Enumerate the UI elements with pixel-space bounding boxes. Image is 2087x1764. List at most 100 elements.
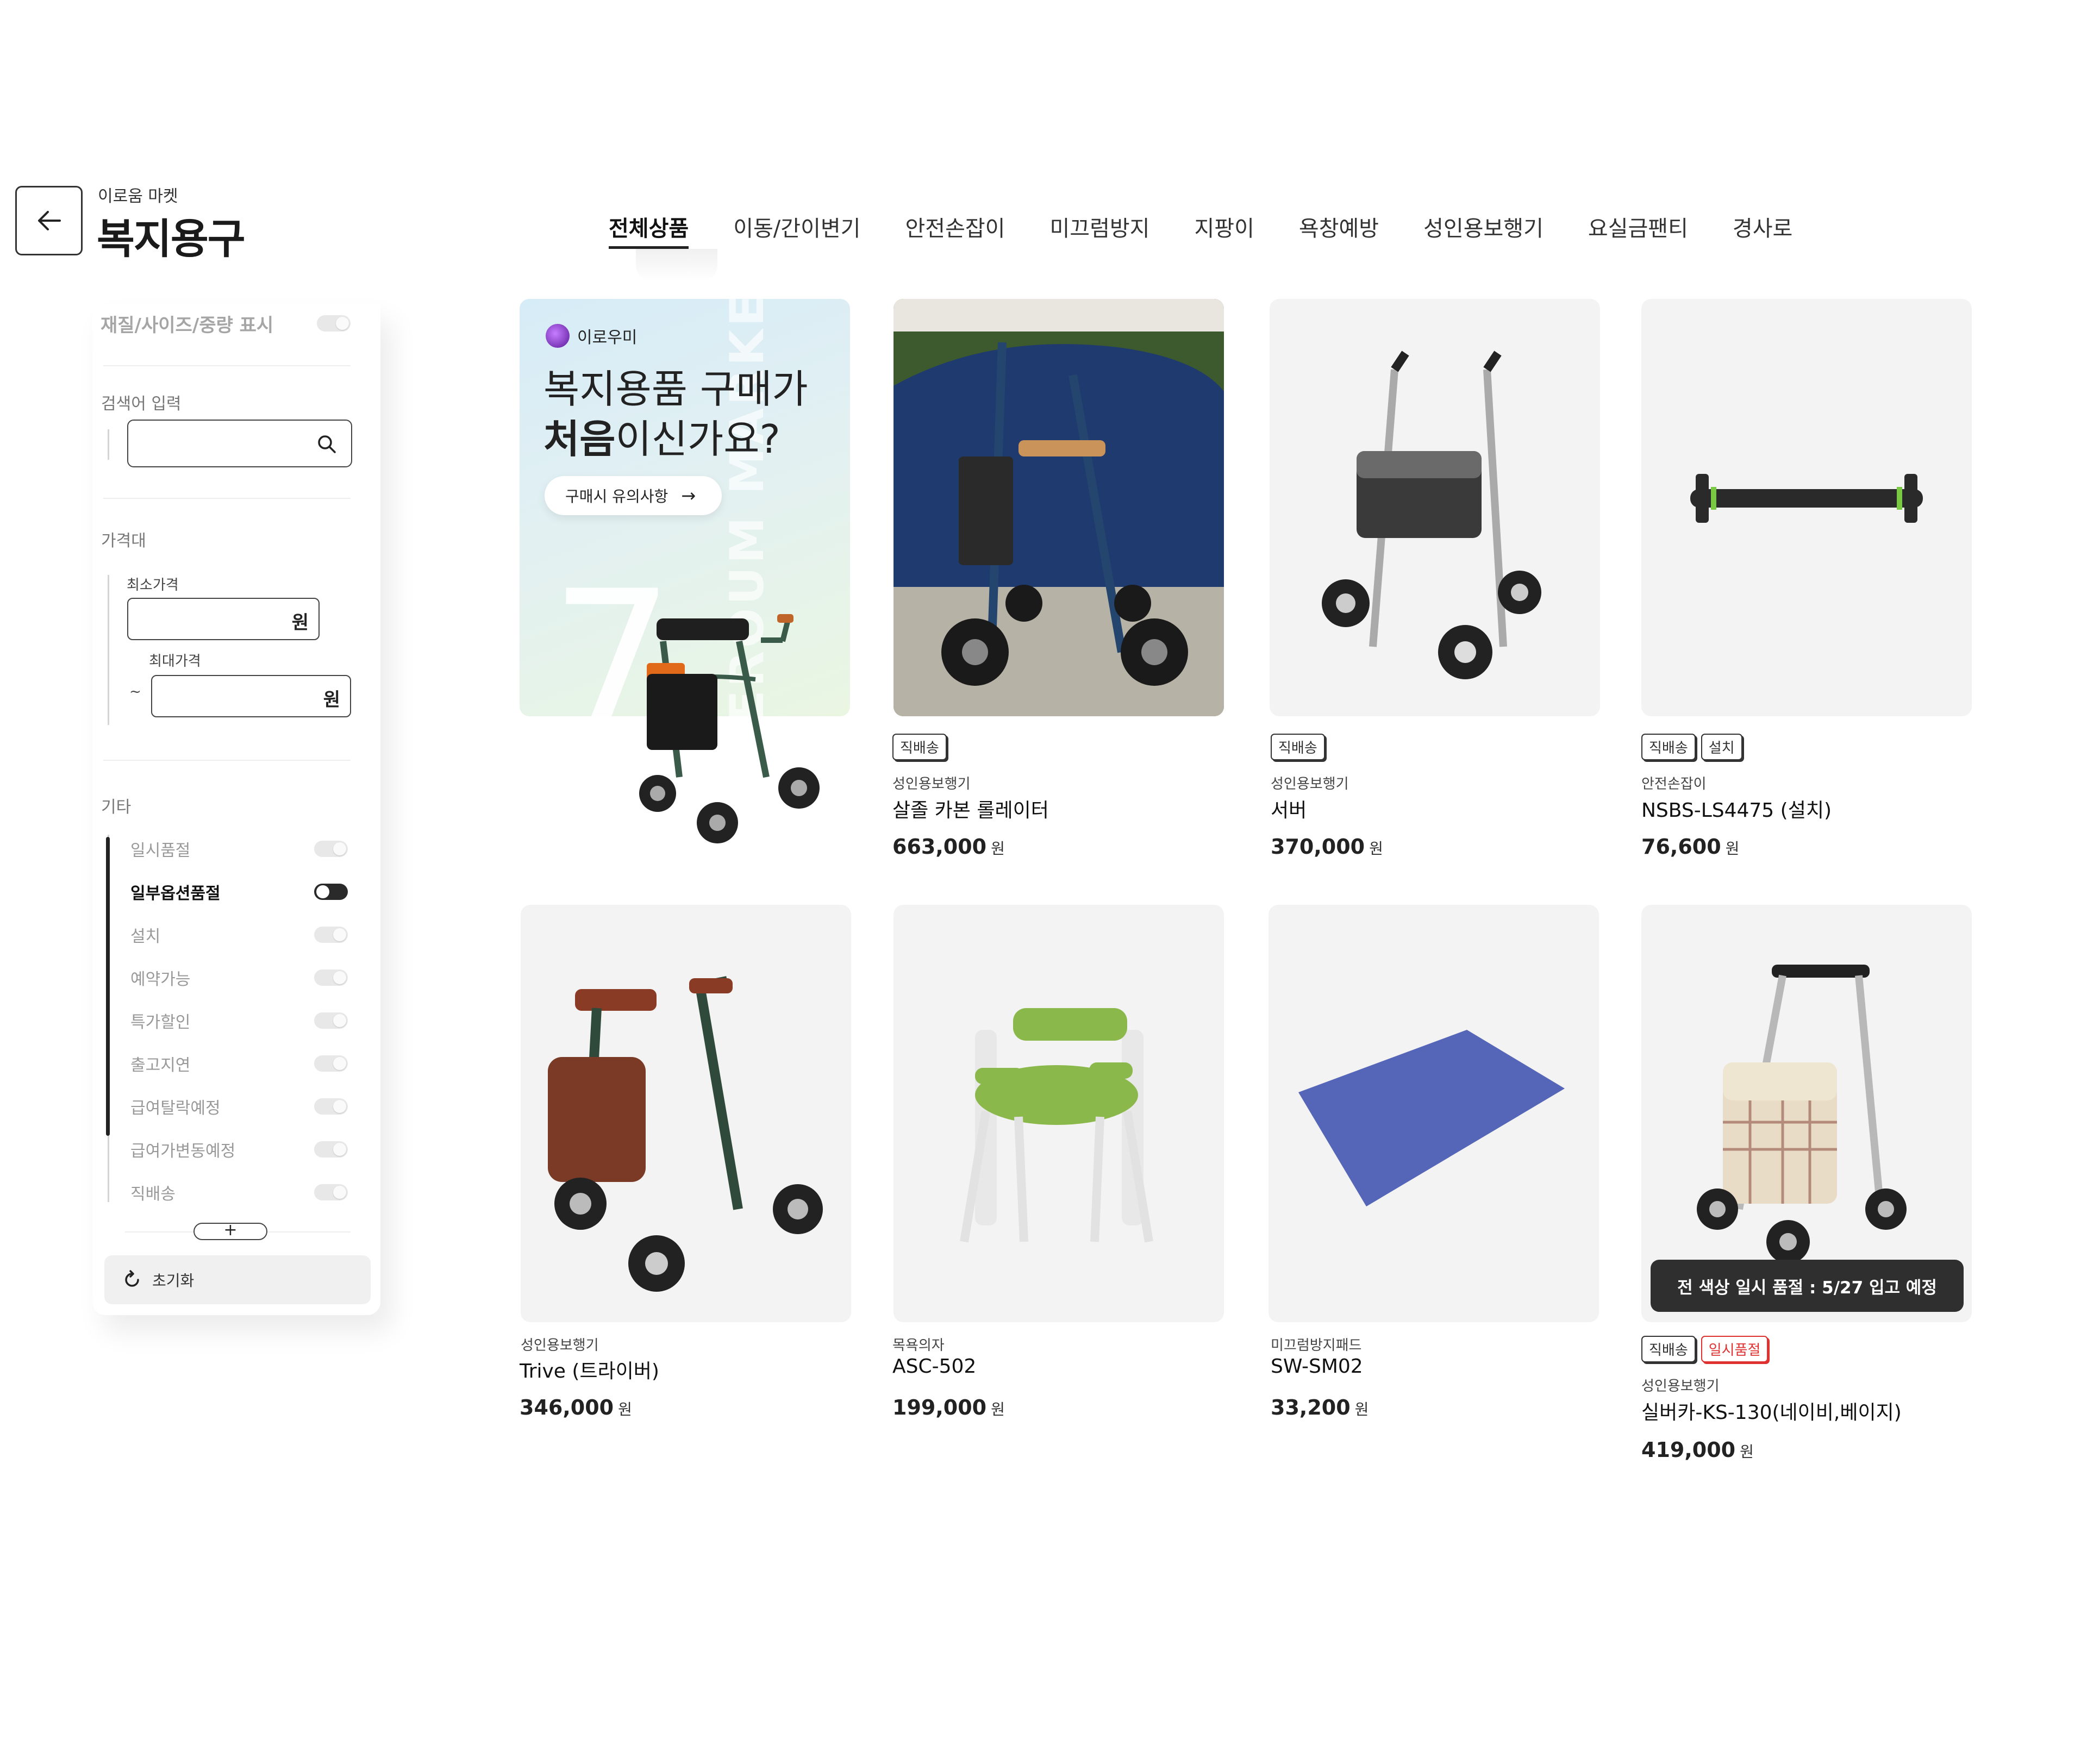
price-unit: 원 — [1354, 1400, 1369, 1418]
badge-direct-delivery: 직배송 — [892, 734, 947, 760]
option-label: 특가할인 — [130, 1013, 191, 1032]
search-indicator — [108, 429, 109, 460]
eroumi-logo-icon — [546, 324, 570, 348]
option-shipping-delay[interactable]: 출고지연 — [130, 1053, 348, 1075]
option-toggle[interactable] — [314, 1184, 348, 1200]
tab-safety-handle[interactable]: 안전손잡이 — [905, 211, 1005, 254]
display-spec-label: 재질/사이즈/중량 표시 — [101, 314, 274, 336]
max-price-input[interactable]: 원 — [151, 675, 351, 717]
product-image[interactable] — [1641, 299, 1972, 716]
option-toggle[interactable] — [314, 927, 348, 943]
option-direct-delivery[interactable]: 직배송 — [130, 1181, 348, 1204]
anti-slip-pad-image — [1298, 1030, 1565, 1206]
option-toggle[interactable] — [314, 1098, 348, 1115]
options-scrollbar[interactable] — [106, 837, 110, 1136]
banner-brand-name: 이로우미 — [577, 328, 638, 347]
option-partial-soldout[interactable]: 일부옵션품절 — [130, 881, 348, 903]
product-name[interactable]: ASC-502 — [892, 1355, 976, 1378]
banner-brand: 이로우미 — [546, 324, 637, 348]
show-more-options-button[interactable]: + — [193, 1222, 267, 1240]
product-image[interactable] — [893, 905, 1224, 1322]
product-name[interactable]: SW-SM02 — [1271, 1355, 1363, 1378]
banner-title-rest: 이신가요? — [615, 416, 780, 462]
arrow-right-icon: → — [681, 485, 696, 506]
market-name: 이로움 마켓 — [98, 187, 178, 206]
product-badges: 직배송 — [1271, 734, 1325, 760]
tab-all-products[interactable]: 전체상품 — [609, 211, 689, 254]
price-unit: 원 — [1725, 840, 1740, 858]
option-label: 급여탈락예정 — [130, 1099, 221, 1118]
price-value: 199,000 — [892, 1396, 987, 1419]
tab-incontinence[interactable]: 요실금팬티 — [1588, 211, 1688, 254]
reset-label: 초기화 — [152, 1272, 195, 1290]
price-section-label: 가격대 — [101, 531, 146, 551]
product-price: 33,200 원 — [1271, 1396, 1369, 1419]
price-indicator — [108, 575, 109, 725]
product-name[interactable]: NSBS-LS4475 (설치) — [1641, 795, 1832, 823]
option-label: 일부옵션품절 — [130, 884, 221, 903]
divider — [103, 365, 351, 366]
price-value: 370,000 — [1271, 835, 1365, 859]
option-toggle[interactable] — [314, 1141, 348, 1158]
walker-image — [1322, 351, 1541, 679]
page-title: 복지용구 — [97, 215, 246, 263]
badge-direct-delivery: 직배송 — [1641, 1336, 1696, 1362]
product-name[interactable]: 살졸 카본 롤레이터 — [892, 795, 1049, 823]
min-price-input[interactable]: 원 — [127, 598, 320, 640]
option-label: 출고지연 — [130, 1056, 191, 1075]
product-image[interactable] — [521, 905, 851, 1322]
tab-ramp[interactable]: 경사로 — [1733, 211, 1792, 254]
tab-anti-slip[interactable]: 미끄럼방지 — [1049, 211, 1149, 254]
trive-walker-image — [548, 976, 823, 1292]
product-name[interactable]: Trive (트라이버) — [520, 1355, 659, 1384]
product-name[interactable]: 서버 — [1271, 795, 1307, 823]
tab-bedsore[interactable]: 욕창예방 — [1299, 211, 1379, 254]
option-toggle[interactable] — [314, 884, 348, 900]
option-benefit-price-change[interactable]: 급여가변동예정 — [130, 1139, 348, 1161]
price-value: 33,200 — [1271, 1396, 1351, 1419]
option-reservable[interactable]: 예약가능 — [130, 967, 348, 989]
purchase-notice-label: 구매시 유의사항 — [565, 487, 668, 505]
divider — [103, 498, 351, 499]
option-special-discount[interactable]: 특가할인 — [130, 1010, 348, 1032]
option-soldout[interactable]: 일시품절 — [130, 838, 348, 860]
range-tilde: ~ — [129, 684, 141, 700]
display-spec-toggle[interactable] — [317, 315, 351, 331]
tab-cane[interactable]: 지팡이 — [1194, 211, 1254, 254]
rollator-image — [639, 614, 820, 843]
product-category: 성인용보행기 — [521, 1337, 599, 1354]
search-icon[interactable] — [315, 433, 339, 456]
option-benefit-removal[interactable]: 급여탈락예정 — [130, 1096, 348, 1118]
option-toggle[interactable] — [314, 1055, 348, 1072]
product-image[interactable] — [1270, 299, 1600, 716]
max-price-unit: 원 — [323, 689, 340, 711]
option-toggle[interactable] — [314, 841, 348, 857]
soldout-notice: 전 색상 일시 품절 : 5/27 입고 예정 — [1651, 1260, 1964, 1312]
price-unit: 원 — [991, 840, 1005, 858]
product-category: 안전손잡이 — [1641, 776, 1707, 792]
product-price: 346,000 원 — [520, 1396, 632, 1419]
product-name[interactable]: 실버카-KS-130(네이비,베이지) — [1641, 1397, 1902, 1425]
other-section-label: 기타 — [101, 798, 132, 817]
tab-toilet[interactable]: 이동/간이변기 — [733, 211, 860, 254]
option-label: 일시품절 — [130, 841, 191, 860]
option-toggle[interactable] — [314, 1012, 348, 1029]
purchase-notice-button[interactable]: 구매시 유의사항 → — [545, 476, 722, 515]
option-toggle[interactable] — [314, 969, 348, 986]
search-input[interactable] — [127, 420, 352, 467]
max-price-label: 최대가격 — [149, 653, 201, 670]
option-install[interactable]: 설치 — [130, 924, 348, 946]
price-unit: 원 — [991, 1400, 1005, 1418]
display-spec-toggle-row[interactable]: 재질/사이즈/중량 표시 — [101, 310, 351, 337]
price-value: 76,600 — [1641, 835, 1721, 859]
product-image[interactable] — [1269, 905, 1599, 1322]
min-price-unit: 원 — [291, 612, 309, 634]
product-category: 목욕의자 — [892, 1337, 945, 1354]
option-label: 설치 — [130, 927, 161, 946]
option-label: 직배송 — [130, 1185, 176, 1204]
product-image[interactable] — [893, 299, 1224, 716]
reset-filters-button[interactable]: 초기화 — [104, 1255, 371, 1304]
badge-direct-delivery: 직배송 — [1641, 734, 1696, 760]
tab-walker[interactable]: 성인용보행기 — [1423, 211, 1544, 254]
back-button[interactable] — [15, 186, 83, 255]
